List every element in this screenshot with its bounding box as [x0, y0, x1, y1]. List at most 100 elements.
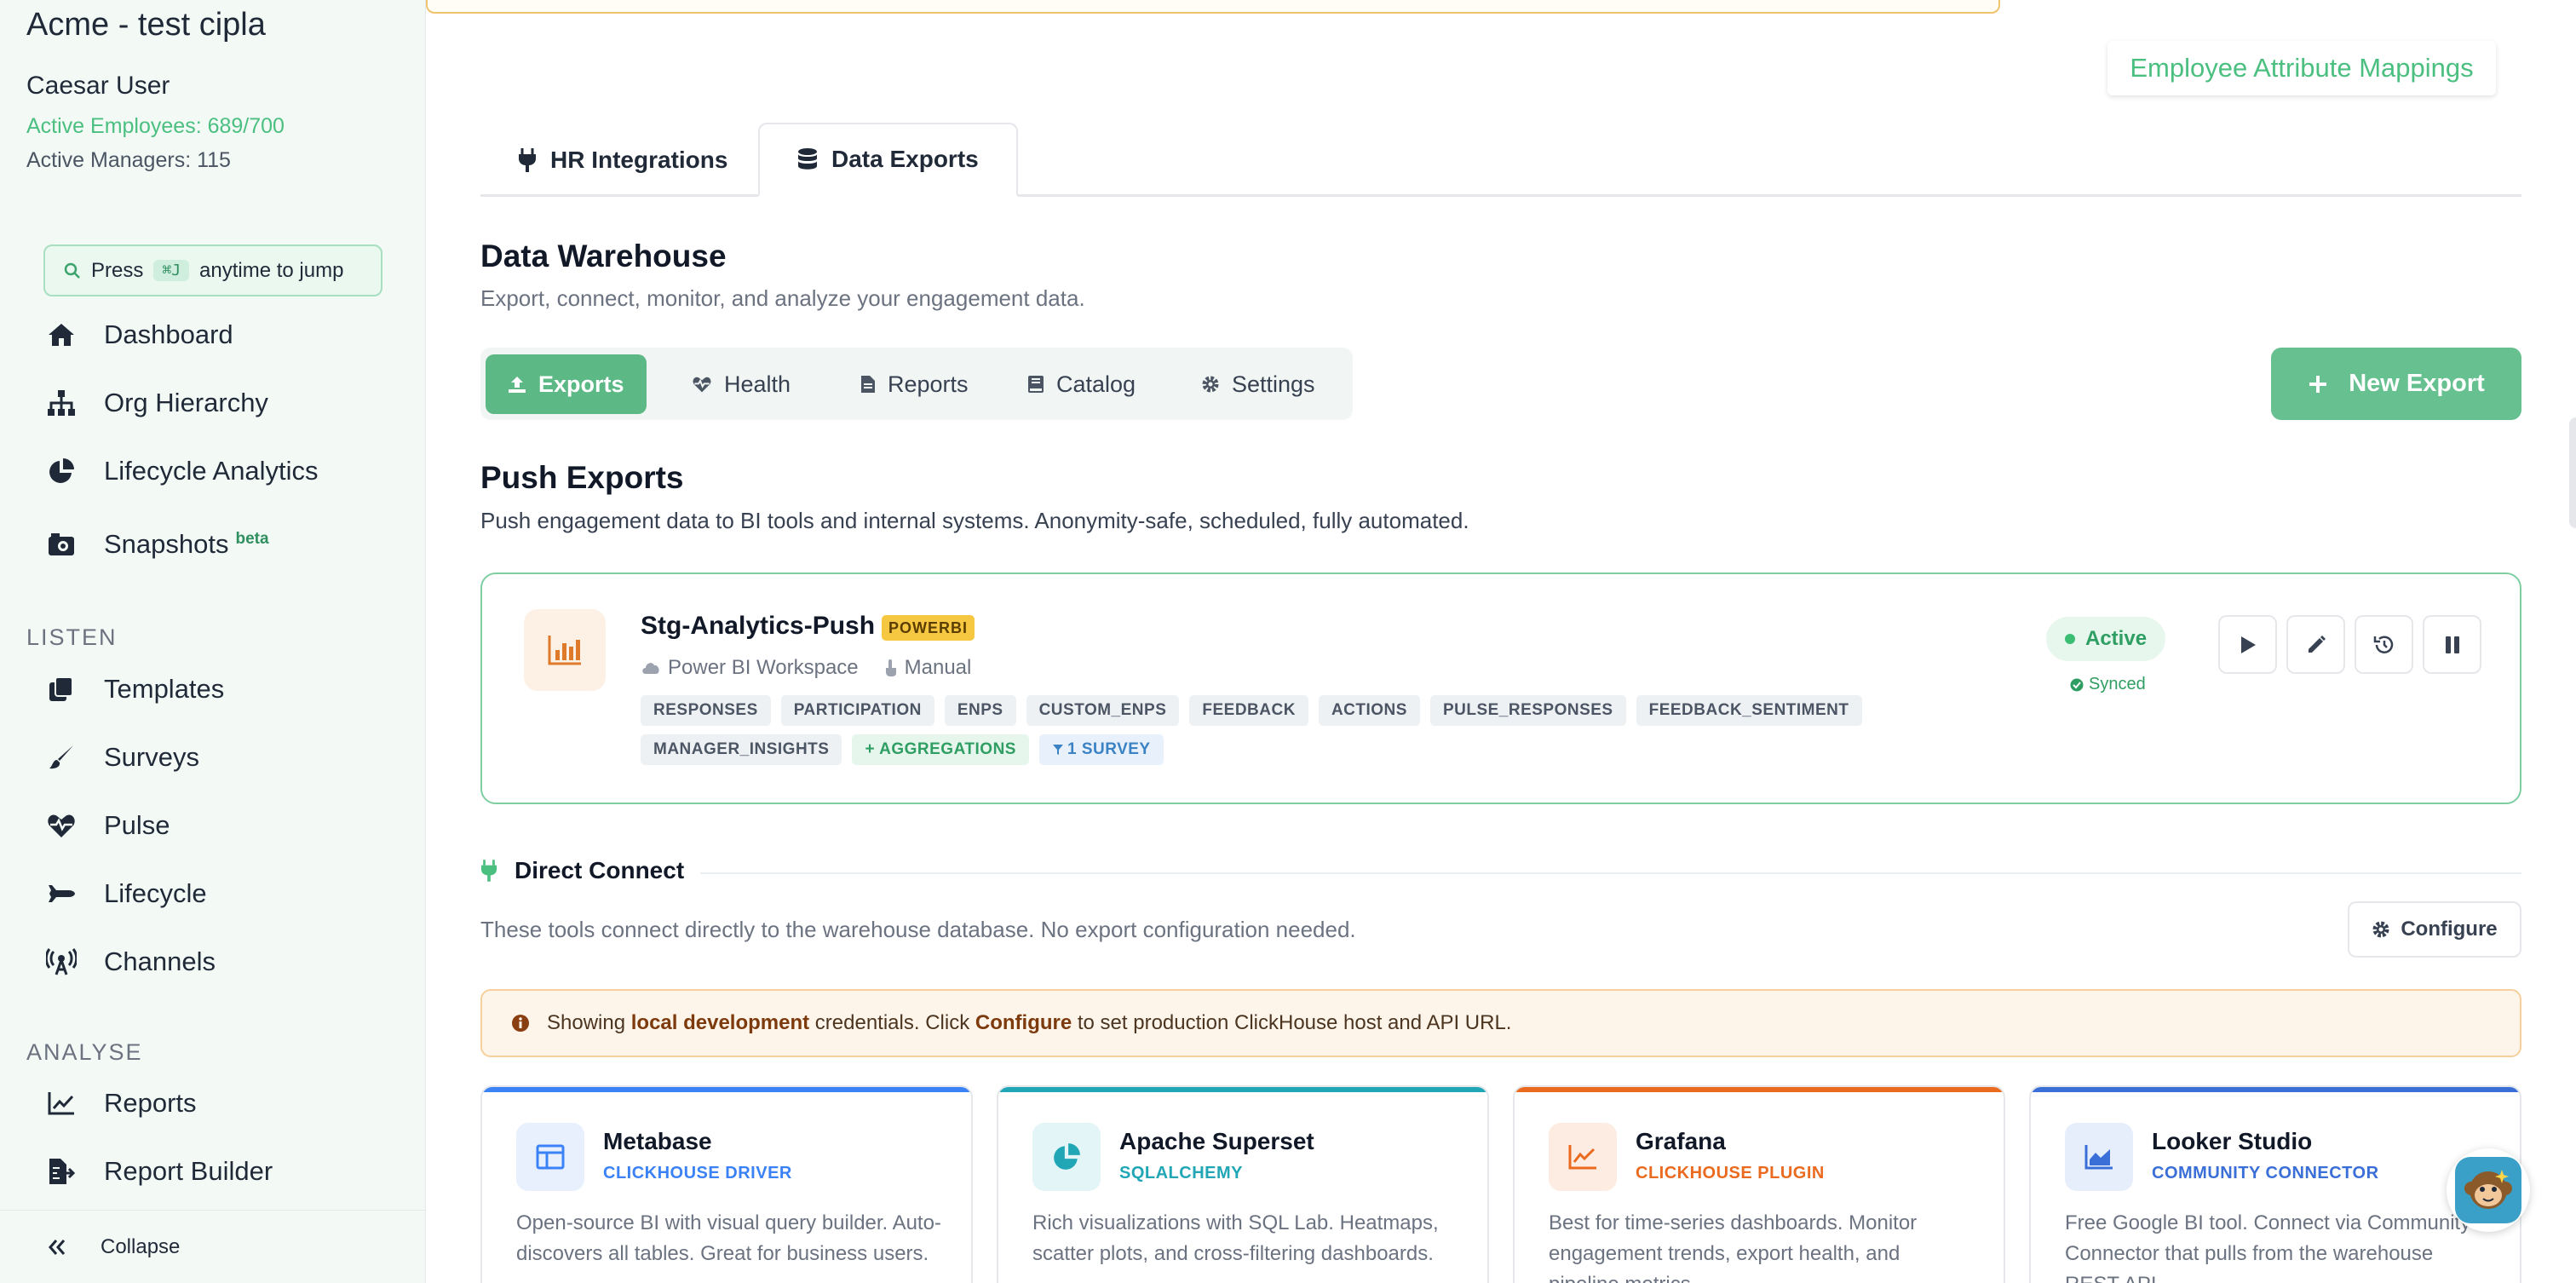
- survey-filter-tag: 1 SURVEY: [1038, 734, 1164, 765]
- card-accent-bar: [2031, 1087, 2520, 1092]
- aggregations-tag: + AGGREGATIONS: [852, 734, 1029, 765]
- tool-card-grafana[interactable]: Grafana CLICKHOUSE PLUGIN Best for time-…: [1513, 1085, 2005, 1283]
- sync-label: Synced: [2089, 675, 2146, 693]
- subnav-catalog[interactable]: Catalog: [1005, 354, 1158, 414]
- status-label: Active: [2085, 627, 2148, 650]
- sidebar-item-lifecycle-analytics[interactable]: Lifecycle Analytics: [44, 450, 319, 492]
- page-subtitle: Export, connect, monitor, and analyze yo…: [480, 285, 1085, 311]
- pause-export-button[interactable]: [2423, 615, 2481, 674]
- plug-icon: [519, 147, 536, 172]
- assistant-chat-button[interactable]: [2447, 1148, 2530, 1232]
- push-exports-subtitle: Push engagement data to BI tools and int…: [480, 508, 1469, 533]
- notice-part: to set production ClickHouse host and AP…: [1077, 1011, 1512, 1034]
- jump-suffix: anytime to jump: [199, 258, 344, 282]
- sidebar-item-channels[interactable]: Channels: [44, 941, 216, 983]
- employee-attribute-mappings-button[interactable]: Employee Attribute Mappings: [2107, 41, 2496, 95]
- tab-label: HR Integrations: [550, 146, 728, 173]
- file-export-icon: [44, 1158, 78, 1185]
- quick-jump-search[interactable]: Press ⌘J anytime to jump: [43, 245, 382, 296]
- sidebar-item-templates[interactable]: Templates: [44, 668, 224, 711]
- sidebar-item-lifecycle[interactable]: Lifecycle: [44, 872, 207, 915]
- pie-chart-icon: [44, 457, 78, 485]
- org-name[interactable]: Acme - test cipla: [26, 7, 266, 43]
- credentials-notice: Showing local development credentials. C…: [480, 989, 2521, 1057]
- dataset-tag: CUSTOM_ENPS: [1026, 695, 1180, 726]
- bar-chart-icon: [524, 609, 606, 691]
- sidebar-item-report-builder[interactable]: Report Builder: [44, 1150, 273, 1193]
- sidebar-item-dashboard[interactable]: Dashboard: [44, 314, 233, 356]
- tool-description: Best for time-series dashboards. Monitor…: [1549, 1211, 1918, 1283]
- plus-icon: [2309, 375, 2327, 393]
- subnav-label: Catalog: [1056, 371, 1136, 397]
- run-export-button[interactable]: [2218, 615, 2277, 674]
- notice-emphasis: local development: [630, 1011, 810, 1034]
- tool-card-metabase[interactable]: Metabase CLICKHOUSE DRIVER Open-source B…: [480, 1085, 973, 1283]
- sidebar-item-surveys[interactable]: Surveys: [44, 736, 199, 779]
- pie-chart-icon: [1032, 1123, 1101, 1191]
- section-label-analyse: ANALYSE: [26, 1039, 143, 1065]
- area-chart-icon: [2065, 1123, 2133, 1191]
- tool-name: Looker Studio: [2152, 1128, 2313, 1154]
- tool-connector: CLICKHOUSE PLUGIN: [1636, 1164, 1825, 1182]
- notice-part: credentials. Click: [814, 1011, 970, 1034]
- subnav-label: Health: [724, 371, 791, 397]
- subnav-health[interactable]: Health: [670, 354, 813, 414]
- configure-button[interactable]: Configure: [2348, 901, 2521, 958]
- brush-icon: [44, 744, 78, 771]
- info-icon: [512, 1015, 529, 1032]
- export-history-button[interactable]: [2355, 615, 2413, 674]
- sidebar-item-label: Pulse: [104, 810, 170, 840]
- notice-configure-link[interactable]: Configure: [975, 1011, 1072, 1034]
- dataset-tag: FEEDBACK_SENTIMENT: [1636, 695, 1862, 726]
- section-divider: [700, 872, 2521, 874]
- tool-name: Apache Superset: [1119, 1128, 1314, 1154]
- configure-label: Configure: [2401, 918, 2498, 941]
- page-title: Data Warehouse: [480, 239, 727, 273]
- tool-description: Free Google BI tool. Connect via Communi…: [2065, 1211, 2471, 1283]
- section-label-listen: LISTEN: [26, 624, 118, 650]
- direct-connect-title: Direct Connect: [480, 857, 684, 884]
- sidebar-item-label: Lifecycle: [104, 878, 207, 908]
- notice-part: Showing: [547, 1011, 626, 1034]
- collapse-sidebar-button[interactable]: Collapse: [0, 1210, 426, 1283]
- card-accent-bar: [482, 1087, 971, 1092]
- survey-filter-label: 1 SURVEY: [1067, 740, 1151, 758]
- tool-name: Metabase: [603, 1128, 712, 1154]
- tab-hr-integrations[interactable]: HR Integrations: [480, 123, 765, 197]
- tab-data-exports[interactable]: Data Exports: [758, 123, 1018, 197]
- destination-type-badge: POWERBI: [882, 615, 975, 641]
- camera-icon: [44, 532, 78, 556]
- dataset-tag: PARTICIPATION: [780, 695, 934, 726]
- sync-status: Synced: [2070, 675, 2146, 694]
- tool-card-apache-superset[interactable]: Apache Superset SQLALCHEMY Rich visualiz…: [997, 1085, 1489, 1283]
- sidebar-item-pulse[interactable]: Pulse: [44, 804, 170, 847]
- sidebar-item-snapshots[interactable]: Snapshots beta: [44, 523, 269, 566]
- subnav-label: Reports: [888, 371, 969, 397]
- hand-pointer-icon: [885, 659, 896, 676]
- pause-icon: [2445, 636, 2459, 653]
- tool-connector: SQLALCHEMY: [1119, 1164, 1243, 1182]
- side-panel-handle[interactable]: [2569, 417, 2576, 528]
- new-export-button[interactable]: New Export: [2271, 348, 2521, 420]
- integration-tabs: HR Integrations Data Exports: [480, 123, 2521, 197]
- clone-icon: [44, 676, 78, 702]
- subnav-reports[interactable]: Reports: [838, 354, 991, 414]
- home-icon: [44, 322, 78, 348]
- status-badge: Active: [2046, 617, 2166, 661]
- sidebar-item-reports[interactable]: Reports: [44, 1082, 197, 1125]
- subnav-settings[interactable]: Settings: [1179, 354, 1337, 414]
- notice-text: Showing local development credentials. C…: [547, 1011, 1511, 1035]
- new-export-label: New Export: [2349, 370, 2485, 397]
- double-chevron-left-icon: [49, 1239, 66, 1255]
- sidebar-item-org-hierarchy[interactable]: Org Hierarchy: [44, 382, 268, 424]
- sidebar-item-label: Reports: [104, 1088, 197, 1118]
- dataset-tag: ENPS: [944, 695, 1016, 726]
- subnav-label: Settings: [1232, 371, 1315, 397]
- sidebar-item-label: Snapshots: [104, 529, 229, 559]
- status-dot: [2065, 634, 2075, 644]
- edit-export-button[interactable]: [2286, 615, 2345, 674]
- export-card[interactable]: Stg-Analytics-Push POWERBI Power BI Work…: [480, 572, 2521, 804]
- plane-icon: [44, 882, 78, 906]
- subnav-exports[interactable]: Exports: [486, 354, 647, 414]
- filter-icon: [1052, 745, 1063, 755]
